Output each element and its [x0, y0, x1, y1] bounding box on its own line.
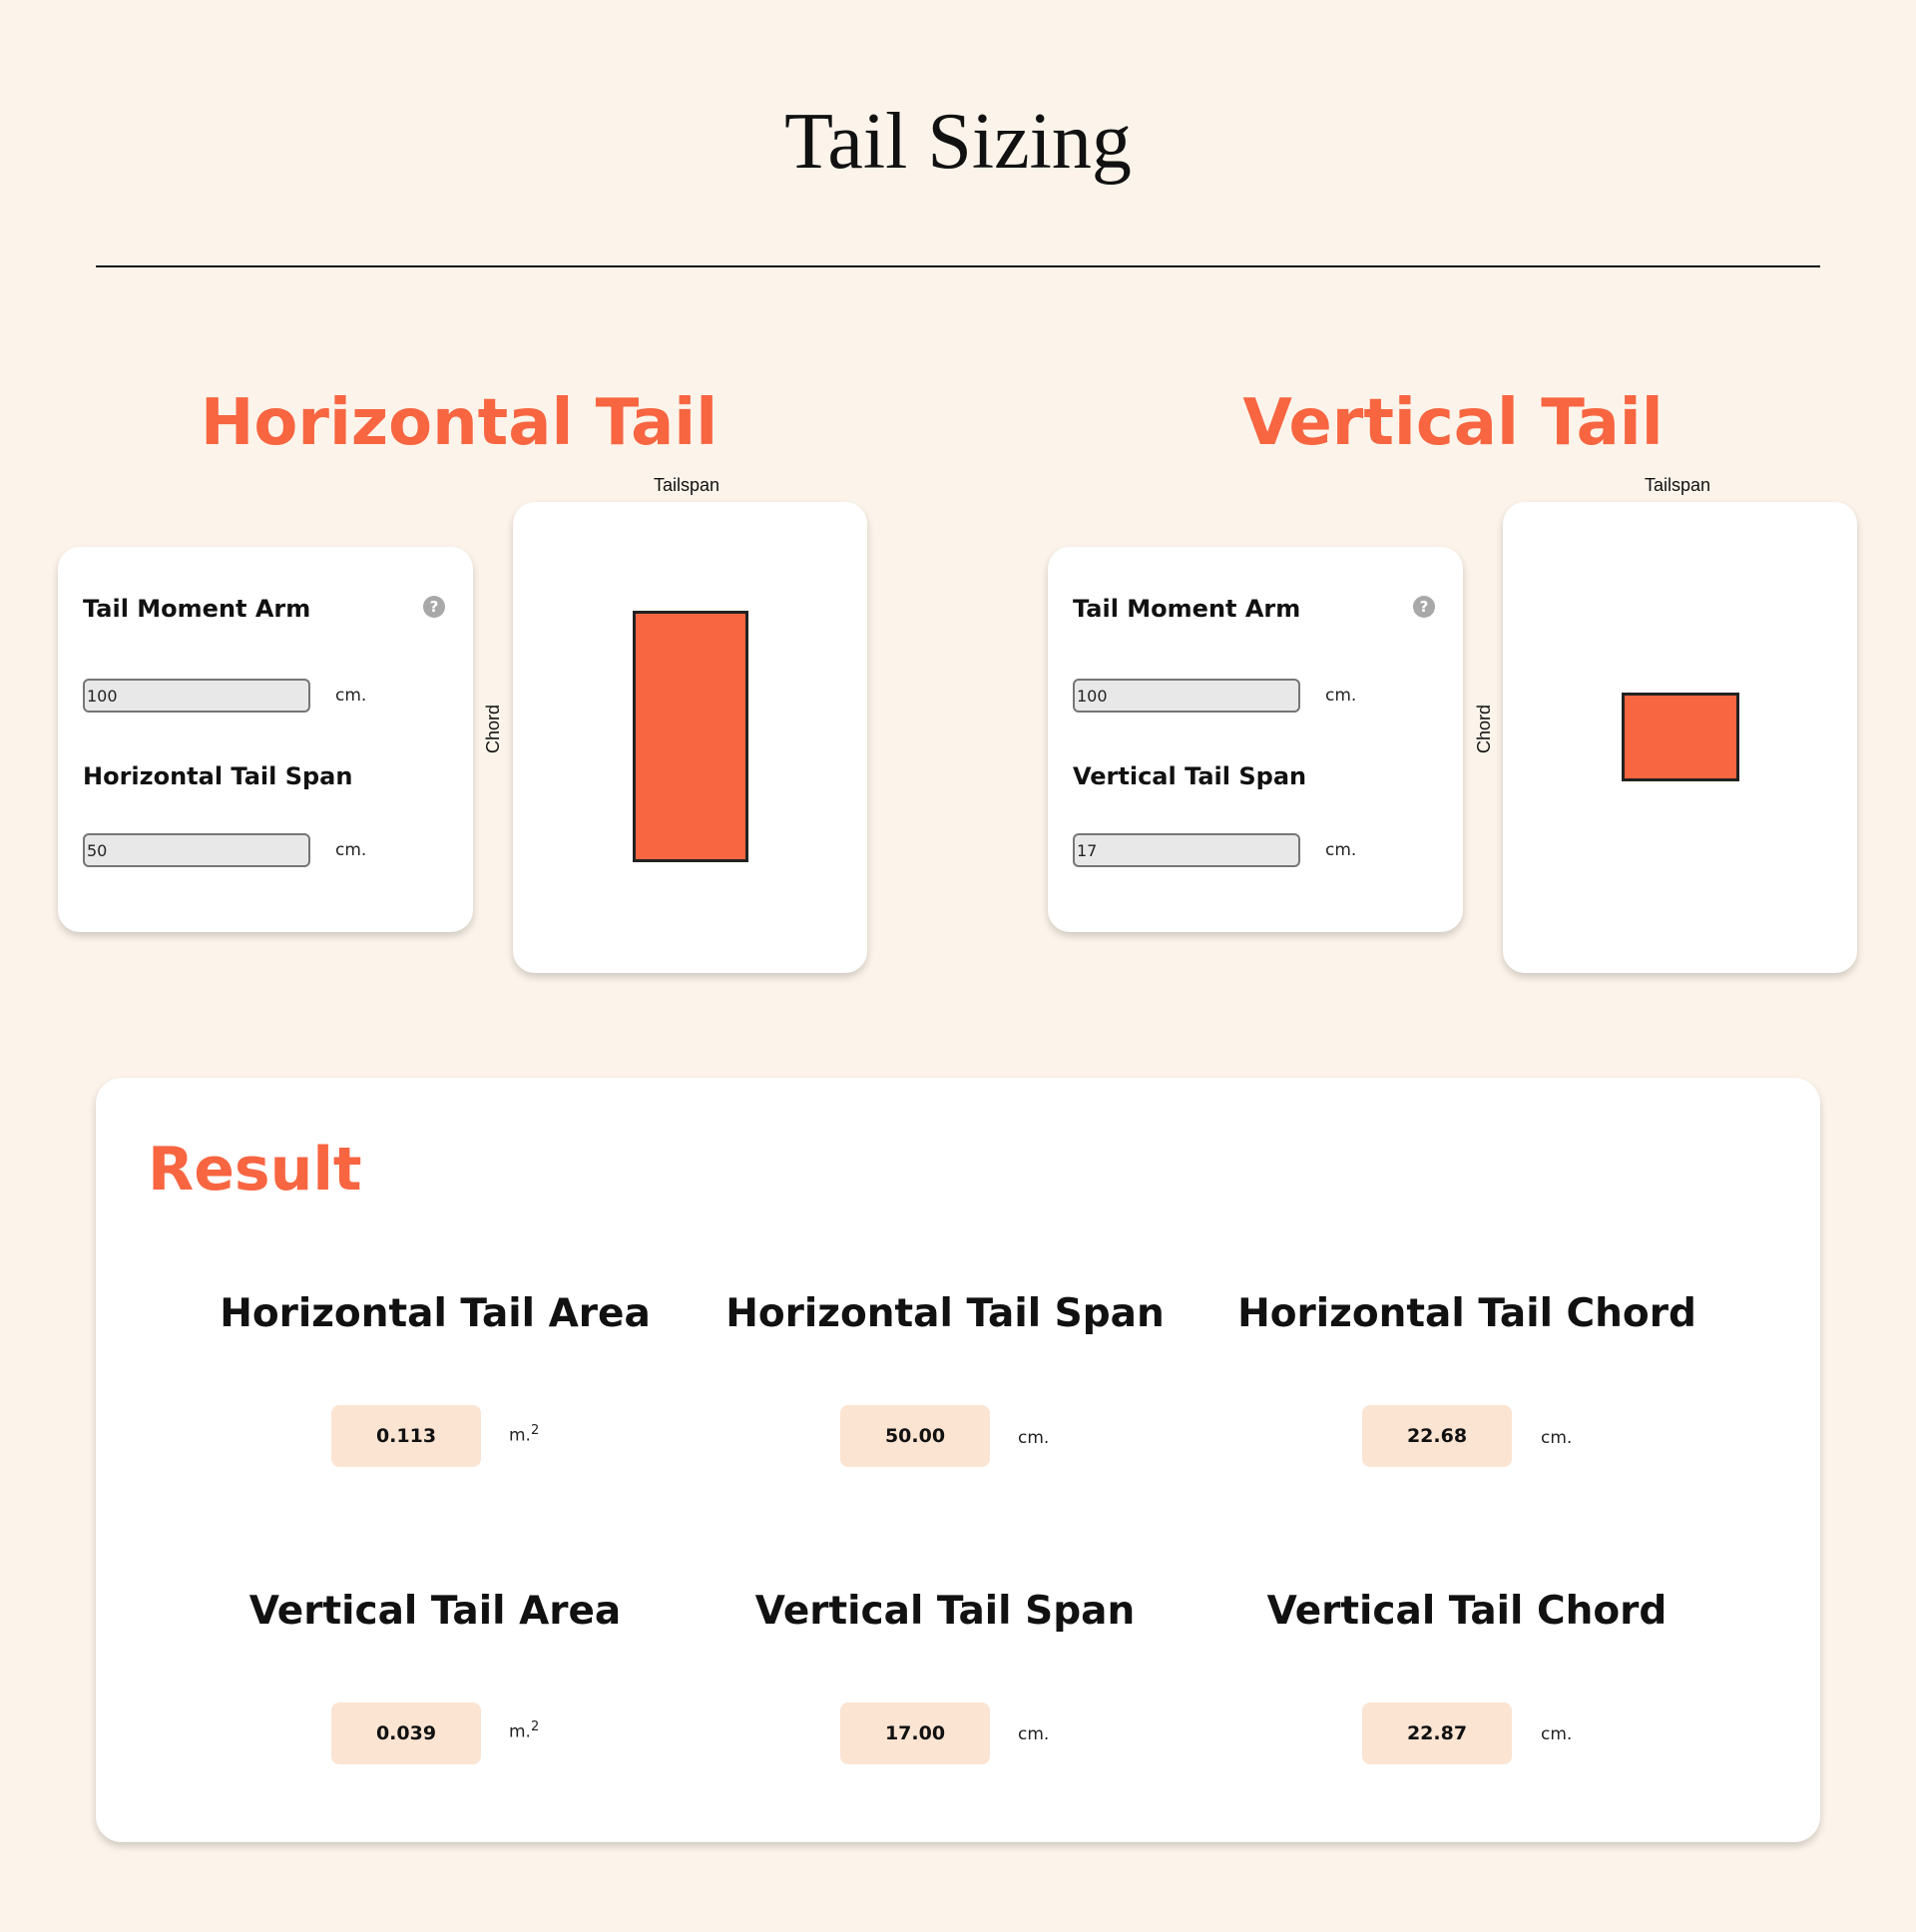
vertical-moment-arm-label: Tail Moment Arm — [1073, 595, 1301, 623]
vertical-tailspan-label: Tailspan — [1645, 475, 1711, 495]
vertical-tail-input-card: Tail Moment Arm ? cm. Vertical Tail Span… — [1048, 547, 1463, 932]
question-circle-icon[interactable]: ? — [1413, 596, 1435, 618]
result-value-vertical-tail-span: 17.00 — [840, 1702, 990, 1764]
vertical-tail-heading: Vertical Tail — [1242, 386, 1664, 460]
result-unit-horizontal-tail-chord: cm. — [1541, 1428, 1573, 1448]
result-label-vertical-tail-area: Vertical Tail Area — [248, 1589, 622, 1634]
vertical-moment-arm-unit: cm. — [1325, 686, 1357, 706]
result-label-horizontal-tail-area: Horizontal Tail Area — [220, 1291, 651, 1336]
result-label-horizontal-tail-span: Horizontal Tail Span — [725, 1291, 1165, 1336]
horizontal-tail-shape — [633, 611, 748, 862]
result-value-vertical-tail-area: 0.039 — [331, 1702, 481, 1764]
result-value-horizontal-tail-chord: 22.68 — [1362, 1405, 1512, 1467]
vertical-tail-span-unit: cm. — [1325, 840, 1357, 860]
result-unit-horizontal-tail-area: m.2 — [509, 1423, 540, 1446]
result-value-horizontal-tail-area: 0.113 — [331, 1405, 481, 1467]
horizontal-tail-span-unit: cm. — [335, 840, 367, 860]
horizontal-tail-input-card: Tail Moment Arm ? cm. Horizontal Tail Sp… — [58, 547, 473, 932]
result-unit-vertical-tail-span: cm. — [1018, 1724, 1050, 1744]
result-unit-horizontal-tail-span: cm. — [1018, 1428, 1050, 1448]
horizontal-tailspan-label: Tailspan — [654, 475, 720, 495]
vertical-tail-shape — [1622, 693, 1739, 781]
horizontal-tail-span-label: Horizontal Tail Span — [83, 762, 353, 790]
result-value-vertical-tail-chord: 22.87 — [1362, 1702, 1512, 1764]
result-card: Result Horizontal Tail Area 0.113 m.2 Ho… — [96, 1078, 1820, 1842]
result-unit-vertical-tail-area: m.2 — [509, 1719, 540, 1742]
horizontal-tail-heading: Horizontal Tail — [200, 386, 718, 460]
result-heading: Result — [148, 1135, 362, 1205]
vertical-chord-label: Chord — [1474, 704, 1495, 754]
question-circle-icon[interactable]: ? — [423, 596, 445, 618]
result-unit-vertical-tail-chord: cm. — [1541, 1724, 1573, 1744]
vertical-tail-span-label: Vertical Tail Span — [1073, 762, 1307, 790]
vertical-tail-diagram-card — [1503, 502, 1857, 973]
horizontal-moment-arm-unit: cm. — [335, 686, 367, 706]
vertical-moment-arm-input[interactable] — [1073, 679, 1300, 713]
horizontal-moment-arm-input[interactable] — [83, 679, 310, 713]
horizontal-tail-diagram-card — [513, 502, 867, 973]
horizontal-chord-label: Chord — [483, 704, 504, 754]
page-title: Tail Sizing — [784, 98, 1132, 186]
horizontal-moment-arm-label: Tail Moment Arm — [83, 595, 311, 623]
horizontal-tail-span-input[interactable] — [83, 833, 310, 867]
vertical-tail-span-input[interactable] — [1073, 833, 1300, 867]
header-divider — [96, 265, 1820, 267]
result-label-vertical-tail-span: Vertical Tail Span — [754, 1589, 1136, 1634]
result-label-vertical-tail-chord: Vertical Tail Chord — [1266, 1589, 1668, 1634]
result-value-horizontal-tail-span: 50.00 — [840, 1405, 990, 1467]
result-label-horizontal-tail-chord: Horizontal Tail Chord — [1237, 1291, 1696, 1336]
